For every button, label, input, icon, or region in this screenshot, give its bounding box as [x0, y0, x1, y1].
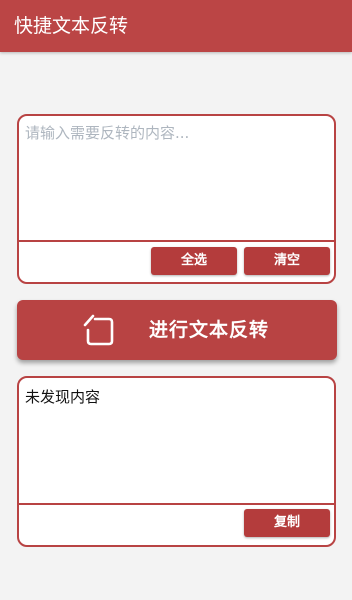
output-divider — [19, 503, 334, 505]
input-divider — [19, 240, 334, 242]
clear-button[interactable]: 清空 — [244, 247, 330, 275]
input-textarea[interactable] — [25, 122, 325, 232]
output-card: 未发现内容 复制 — [17, 376, 336, 547]
reverse-button-label: 进行文本反转 — [149, 319, 270, 341]
copy-button[interactable]: 复制 — [244, 509, 330, 537]
select-all-button[interactable]: 全选 — [151, 247, 237, 275]
reverse-text-button[interactable]: 进行文本反转 — [17, 300, 337, 360]
output-text: 未发现内容 — [25, 388, 101, 406]
rotate-icon — [83, 314, 114, 346]
app-bar: 快捷文本反转 — [0, 0, 352, 52]
app-title: 快捷文本反转 — [14, 15, 129, 37]
input-card: 全选 清空 — [17, 114, 336, 284]
